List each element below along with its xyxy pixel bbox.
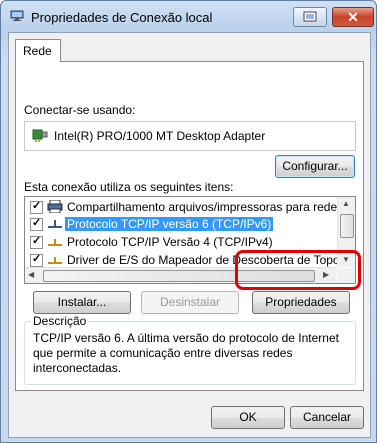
configure-button-label: Configurar...: [282, 159, 348, 173]
protocol-icon: [48, 239, 62, 246]
title-bar[interactable]: Propriedades de Conexão local ✕: [1, 1, 376, 31]
cancel-button[interactable]: Cancelar: [290, 406, 364, 429]
properties-highlight-annotation: [235, 250, 361, 290]
protocol-icon: [48, 257, 62, 264]
vertical-scroll-thumb[interactable]: [340, 214, 354, 238]
items-label: Esta conexão utiliza os seguintes itens:: [24, 180, 234, 194]
check-icon: ✓: [32, 200, 42, 212]
list-item[interactable]: ✓ Protocolo TCP/IP Versão 4 (TCP/IPv4): [25, 233, 337, 251]
adapter-name: Intel(R) PRO/1000 MT Desktop Adapter: [54, 129, 266, 143]
list-item[interactable]: ✓ Compartilhamento arquivos/impressoras …: [25, 198, 355, 216]
printer-share-icon: [47, 200, 63, 213]
install-button-label: Instalar...: [57, 295, 107, 309]
check-icon: ✓: [32, 235, 42, 247]
item-label: Protocolo TCP/IP versão 6 (TCP/IPv6): [65, 217, 274, 231]
properties-button[interactable]: Propriedades: [252, 291, 350, 314]
help-button[interactable]: [293, 7, 327, 27]
connect-using-label: Conectar-se usando:: [24, 103, 136, 117]
scroll-left-icon[interactable]: ◀: [28, 270, 34, 279]
dialog-window: Propriedades de Conexão local ✕ Rede Con…: [0, 0, 377, 443]
check-icon: ✓: [32, 217, 42, 229]
install-button[interactable]: Instalar...: [33, 291, 131, 314]
tab-label: Rede: [23, 44, 52, 58]
item-label: Compartilhamento arquivos/impressoras pa…: [67, 200, 356, 214]
uninstall-button: Desinstalar: [141, 291, 239, 314]
properties-button-label: Propriedades: [265, 295, 337, 309]
cancel-button-label: Cancelar: [302, 410, 352, 424]
description-group: Descrição TCP/IP versão 6. A última vers…: [24, 314, 356, 385]
help-icon: [303, 11, 317, 22]
check-icon: ✓: [32, 253, 42, 265]
item-checkbox[interactable]: ✓: [30, 253, 43, 267]
protocol-icon: [48, 220, 62, 228]
tab-panel: Conectar-se usando: Intel(R) PRO/1000 MT…: [15, 61, 364, 391]
configure-button[interactable]: Configurar...: [275, 155, 355, 178]
close-button[interactable]: ✕: [332, 7, 374, 27]
item-checkbox[interactable]: ✓: [30, 217, 43, 231]
item-checkbox[interactable]: ✓: [30, 200, 43, 214]
scroll-up-icon[interactable]: ▲: [342, 199, 350, 208]
dialog-client-area: Rede Conectar-se usando: Intel(R) PRO/10…: [8, 32, 371, 438]
adapter-field: Intel(R) PRO/1000 MT Desktop Adapter: [24, 121, 356, 151]
close-icon: ✕: [347, 9, 359, 25]
item-checkbox[interactable]: ✓: [30, 235, 43, 249]
tab-rede[interactable]: Rede: [15, 39, 61, 62]
uninstall-button-label: Desinstalar: [159, 295, 221, 309]
window-title: Propriedades de Conexão local: [31, 10, 213, 25]
network-adapter-icon: [32, 129, 48, 142]
description-title: Descrição: [31, 314, 89, 328]
item-label: Protocolo TCP/IP Versão 4 (TCP/IPv4): [67, 235, 273, 249]
network-connection-icon: [10, 10, 24, 21]
description-text: TCP/IP versão 6. A última versão do prot…: [33, 331, 339, 375]
ok-button[interactable]: OK: [211, 406, 285, 429]
ok-button-label: OK: [239, 410, 257, 424]
list-item[interactable]: ✓ Protocolo TCP/IP versão 6 (TCP/IPv6): [25, 215, 337, 233]
